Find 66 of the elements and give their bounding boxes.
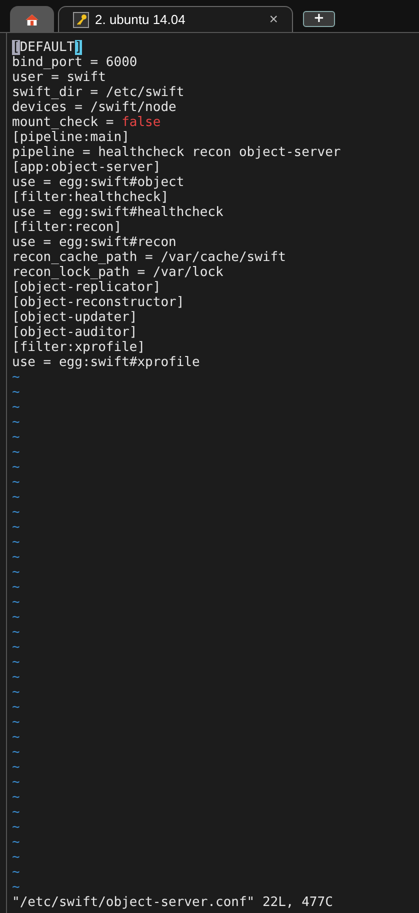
empty-line-marker: ~	[12, 580, 20, 595]
code-text: [object-auditor]	[12, 325, 138, 340]
empty-line-marker: ~	[12, 670, 20, 685]
empty-line-marker: ~	[12, 460, 20, 475]
home-tab[interactable]	[10, 6, 54, 32]
code-text: recon_lock_path = /var/lock	[12, 265, 224, 280]
code-text: [filter:healthcheck]	[12, 190, 169, 205]
empty-line-marker: ~	[12, 475, 20, 490]
code-text: user = swift	[12, 70, 106, 85]
code-text: pipeline = healthcheck recon object-server	[12, 145, 341, 160]
empty-line-marker: ~	[12, 415, 20, 430]
empty-line-marker: ~	[12, 790, 20, 805]
key-icon	[73, 12, 89, 28]
empty-line-marker: ~	[12, 760, 20, 775]
empty-line-marker: ~	[12, 385, 20, 400]
code-text: [pipeline:main]	[12, 130, 130, 145]
close-icon[interactable]: ×	[269, 11, 278, 28]
empty-line-marker: ~	[12, 835, 20, 850]
code-text: bind_port = 6000	[12, 55, 138, 70]
empty-line-marker: ~	[12, 745, 20, 760]
code-text: [object-reconstructor]	[12, 295, 184, 310]
empty-line-marker: ~	[12, 370, 20, 385]
empty-line-marker: ~	[12, 850, 20, 865]
status-message: "/etc/swift/object-server.conf" 22L, 477C	[12, 895, 333, 910]
cursor-char: [	[12, 40, 20, 55]
code-text: [filter:xprofile]	[12, 340, 146, 355]
empty-line-marker: ~	[12, 715, 20, 730]
code-text: devices = /swift/node	[12, 100, 176, 115]
code-text: recon_cache_path = /var/cache/swift	[12, 250, 286, 265]
empty-line-marker: ~	[12, 535, 20, 550]
empty-line-marker: ~	[12, 655, 20, 670]
empty-line-marker: ~	[12, 445, 20, 460]
empty-line-marker: ~	[12, 625, 20, 640]
empty-line-marker: ~	[12, 595, 20, 610]
empty-line-marker: ~	[12, 775, 20, 790]
empty-line-marker: ~	[12, 565, 20, 580]
empty-line-marker: ~	[12, 550, 20, 565]
code-text: swift_dir = /etc/swift	[12, 85, 184, 100]
empty-line-marker: ~	[12, 610, 20, 625]
code-text: mount_check =	[12, 115, 115, 130]
code-text: use = egg:swift#recon	[12, 235, 176, 250]
empty-line-marker: ~	[12, 430, 20, 445]
boolean-value: false	[122, 115, 161, 130]
empty-line-marker: ~	[12, 640, 20, 655]
matching-bracket: ]	[74, 40, 82, 55]
code-text: [object-replicator]	[12, 280, 161, 295]
empty-line-marker: ~	[12, 820, 20, 835]
new-tab-button[interactable]: +	[303, 11, 335, 27]
empty-line-marker: ~	[12, 880, 20, 895]
empty-line-marker: ~	[12, 700, 20, 715]
empty-line-marker: ~	[12, 505, 20, 520]
empty-line-marker: ~	[12, 400, 20, 415]
code-text: [app:object-server]	[12, 160, 161, 175]
code-text: use = egg:swift#xprofile	[12, 355, 200, 370]
code-text: use = egg:swift#object	[12, 175, 184, 190]
empty-line-marker: ~	[12, 730, 20, 745]
code-text: [object-updater]	[12, 310, 138, 325]
code-text: [filter:recon]	[12, 220, 122, 235]
empty-line-marker: ~	[12, 685, 20, 700]
code-text: DEFAULT	[20, 40, 75, 55]
empty-line-marker: ~	[12, 805, 20, 820]
empty-line-marker: ~	[12, 520, 20, 535]
empty-line-marker: ~	[12, 865, 20, 880]
empty-line-marker: ~	[12, 490, 20, 505]
code-text: use = egg:swift#healthcheck	[12, 205, 224, 220]
session-tab[interactable]: 2. ubuntu 14.04 ×	[58, 6, 293, 32]
